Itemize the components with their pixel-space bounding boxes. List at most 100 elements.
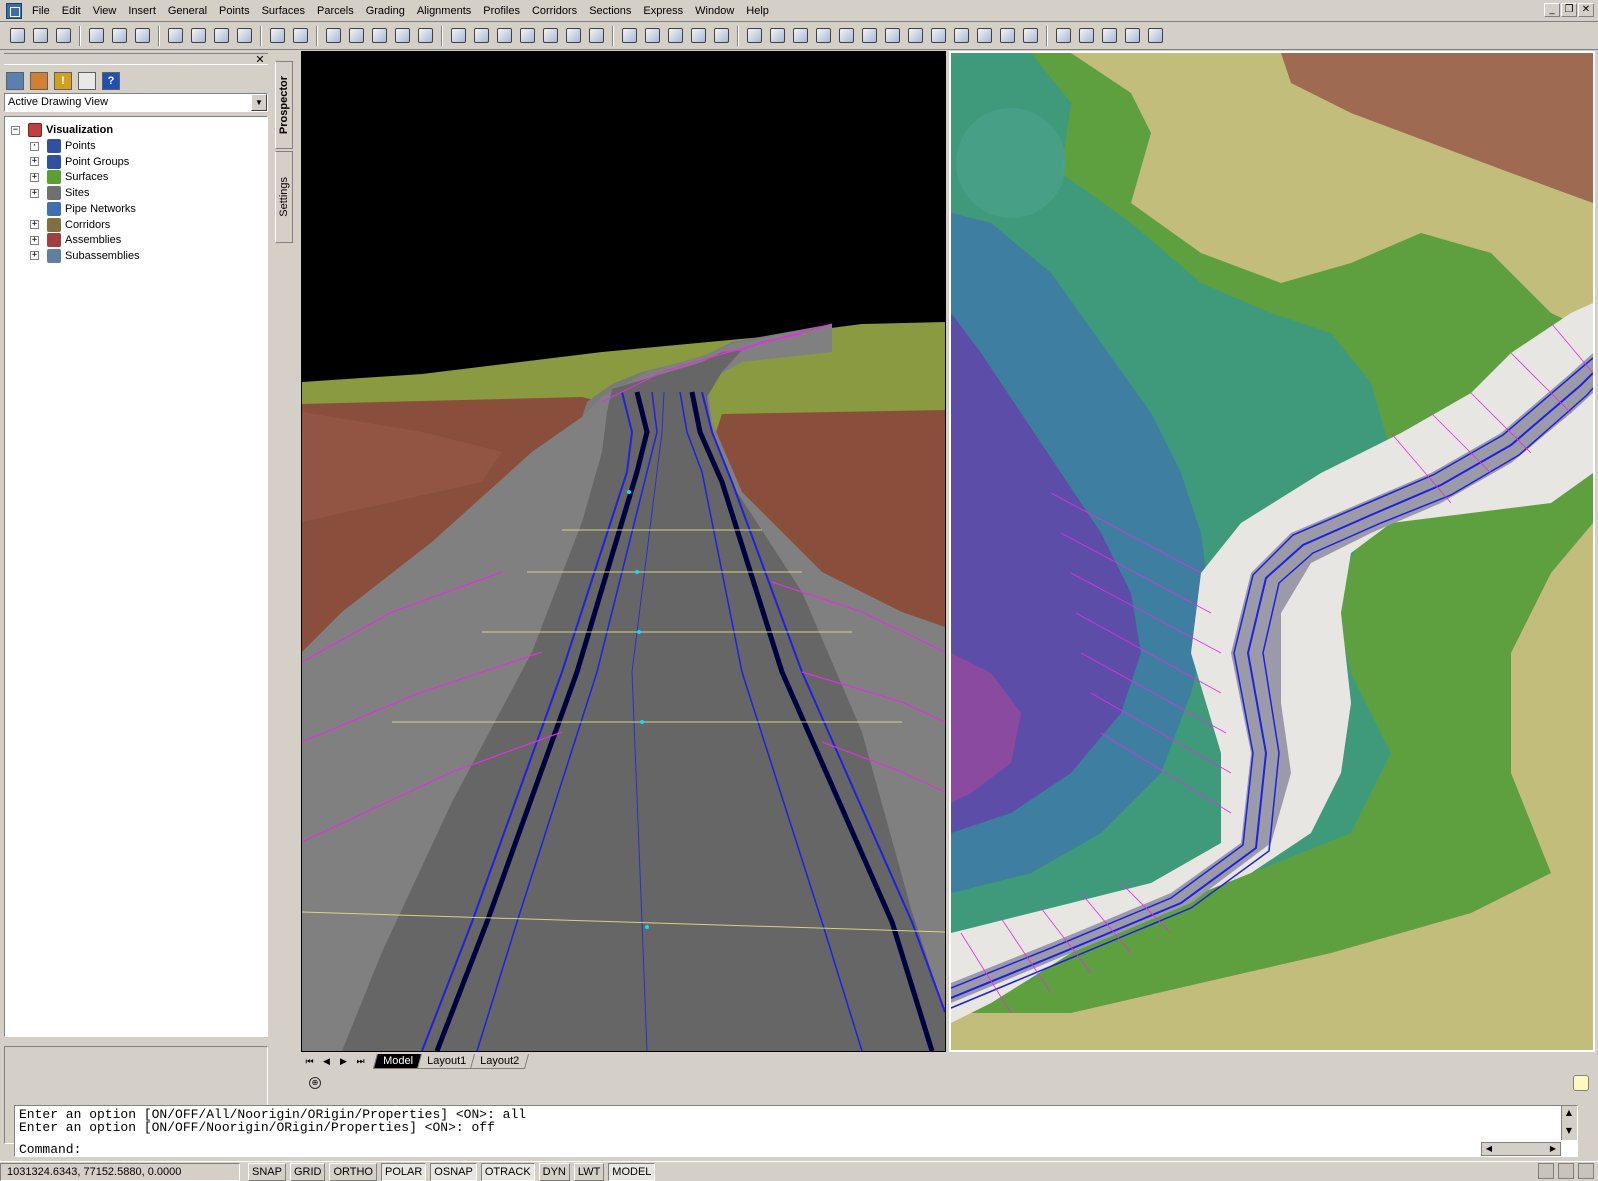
expand-icon[interactable]: + <box>30 172 39 182</box>
menu-file[interactable]: File <box>26 1 56 21</box>
object-filter-icon[interactable] <box>30 72 48 90</box>
toggle-polar[interactable]: POLAR <box>381 1162 427 1181</box>
match-properties-button[interactable] <box>233 25 255 47</box>
publish-button[interactable] <box>131 25 153 47</box>
tab-model[interactable]: Model <box>372 1054 423 1069</box>
vertical-view-icon[interactable] <box>6 72 24 90</box>
tree-item-points[interactable]: · Points <box>30 138 96 154</box>
civil-tool-18-button[interactable] <box>1019 25 1041 47</box>
scroll-left-icon[interactable]: ◀ <box>1482 1142 1496 1156</box>
civil-tool-22-button[interactable] <box>1121 25 1143 47</box>
civil-tool-6-button[interactable] <box>743 25 765 47</box>
menu-profiles[interactable]: Profiles <box>477 1 526 21</box>
expand-icon[interactable]: + <box>30 157 39 167</box>
tool-palettes-button[interactable] <box>493 25 515 47</box>
menu-edit[interactable]: Edit <box>56 1 87 21</box>
menu-grading[interactable]: Grading <box>360 1 411 21</box>
civil-tool-10-button[interactable] <box>835 25 857 47</box>
chevron-down-icon[interactable]: ▼ <box>251 94 267 111</box>
tab-layout1[interactable]: Layout1 <box>416 1054 477 1069</box>
toggle-otrack[interactable]: OTRACK <box>480 1162 535 1181</box>
communication-center-icon[interactable] <box>1538 1163 1554 1179</box>
tab-layout2[interactable]: Layout2 <box>470 1054 530 1069</box>
scroll-right-icon[interactable]: ▶ <box>1546 1142 1560 1156</box>
toolbar-lock-icon[interactable] <box>1558 1163 1574 1179</box>
print-button[interactable] <box>85 25 107 47</box>
command-prompt[interactable]: Command: <box>19 1143 81 1156</box>
ucs-icon[interactable]: ⊕ <box>309 1077 321 1089</box>
scroll-up-icon[interactable]: ▲ <box>1562 1106 1576 1120</box>
close-button[interactable]: ✕ <box>1578 3 1594 17</box>
civil-tool-16-button[interactable] <box>973 25 995 47</box>
menu-express[interactable]: Express <box>637 1 689 21</box>
previous-layout-icon[interactable]: ◀ <box>318 1054 335 1069</box>
pan-button[interactable] <box>322 25 344 47</box>
help-button[interactable] <box>585 25 607 47</box>
menu-general[interactable]: General <box>162 1 213 21</box>
civil-tool-3-button[interactable] <box>664 25 686 47</box>
menu-view[interactable]: View <box>87 1 123 21</box>
scroll-down-icon[interactable]: ▼ <box>1562 1124 1576 1138</box>
restore-button[interactable]: ❐ <box>1561 3 1577 17</box>
menu-window[interactable]: Window <box>689 1 740 21</box>
save-button[interactable] <box>52 25 74 47</box>
civil-tool-5-button[interactable] <box>710 25 732 47</box>
command-scrollbar[interactable]: ▲ ▼ <box>1561 1106 1577 1140</box>
tree-item-corridors[interactable]: + Corridors <box>30 217 110 233</box>
civil-tool-2-button[interactable] <box>641 25 663 47</box>
redo-button[interactable] <box>289 25 311 47</box>
civil-tool-9-button[interactable] <box>812 25 834 47</box>
civil-tool-17-button[interactable] <box>996 25 1018 47</box>
toggle-grid[interactable]: GRID <box>289 1162 326 1181</box>
tab-settings[interactable]: Settings <box>275 151 293 243</box>
civil-tool-23-button[interactable] <box>1144 25 1166 47</box>
quickcalc-button[interactable] <box>562 25 584 47</box>
civil-tool-15-button[interactable] <box>950 25 972 47</box>
tree-item-surfaces[interactable]: + Surfaces <box>30 169 108 185</box>
toggle-snap[interactable]: SNAP <box>248 1162 286 1181</box>
expand-icon[interactable]: + <box>30 220 39 229</box>
open-button[interactable] <box>29 25 51 47</box>
toggle-osnap[interactable]: OSNAP <box>430 1162 477 1181</box>
panel-close-icon[interactable]: ✕ <box>254 54 266 66</box>
markup-button[interactable] <box>539 25 561 47</box>
design-center-button[interactable] <box>470 25 492 47</box>
cut-button[interactable] <box>164 25 186 47</box>
help-icon[interactable]: ? <box>102 72 120 90</box>
civil-tool-20-button[interactable] <box>1075 25 1097 47</box>
tree-item-pipe-networks[interactable]: Pipe Networks <box>30 201 136 217</box>
view-select[interactable]: Active Drawing View ▼ <box>4 93 268 112</box>
panel-grip[interactable] <box>4 53 268 65</box>
paste-button[interactable] <box>210 25 232 47</box>
lightbulb-icon[interactable] <box>1573 1075 1589 1091</box>
last-layout-icon[interactable]: ⏭ <box>352 1054 369 1069</box>
command-window[interactable]: Enter an option [ON/OFF/All/Noorigin/ORi… <box>14 1105 1578 1157</box>
civil-tool-12-button[interactable] <box>881 25 903 47</box>
app-icon[interactable] <box>6 2 22 19</box>
plot-preview-button[interactable] <box>108 25 130 47</box>
expand-icon[interactable]: + <box>30 251 39 261</box>
civil-tool-7-button[interactable] <box>766 25 788 47</box>
menu-parcels[interactable]: Parcels <box>311 1 360 21</box>
new-button[interactable] <box>6 25 28 47</box>
civil-tool-21-button[interactable] <box>1098 25 1120 47</box>
tab-prospector[interactable]: Prospector <box>275 61 293 149</box>
expand-icon[interactable]: + <box>30 235 39 245</box>
civil-tool-8-button[interactable] <box>789 25 811 47</box>
viewport-3d-corridor[interactable] <box>301 51 946 1052</box>
civil-tool-13-button[interactable] <box>904 25 926 47</box>
tree-item-subassemblies[interactable]: + Subassemblies <box>30 248 140 264</box>
sheet-set-button[interactable] <box>516 25 538 47</box>
civil-tool-11-button[interactable] <box>858 25 880 47</box>
menu-help[interactable]: Help <box>740 1 775 21</box>
first-layout-icon[interactable]: ⏮ <box>301 1054 318 1069</box>
menu-insert[interactable]: Insert <box>122 1 162 21</box>
clean-screen-icon[interactable] <box>1578 1163 1594 1179</box>
menu-sections[interactable]: Sections <box>583 1 637 21</box>
zoom-window-button[interactable] <box>368 25 390 47</box>
civil-tool-14-button[interactable] <box>927 25 949 47</box>
coordinate-readout[interactable]: 1031324.6343, 77152.5880, 0.0000 <box>0 1162 240 1181</box>
tree-leaf-icon[interactable]: · <box>30 141 39 151</box>
properties-button[interactable] <box>447 25 469 47</box>
expand-icon[interactable]: + <box>30 188 39 198</box>
